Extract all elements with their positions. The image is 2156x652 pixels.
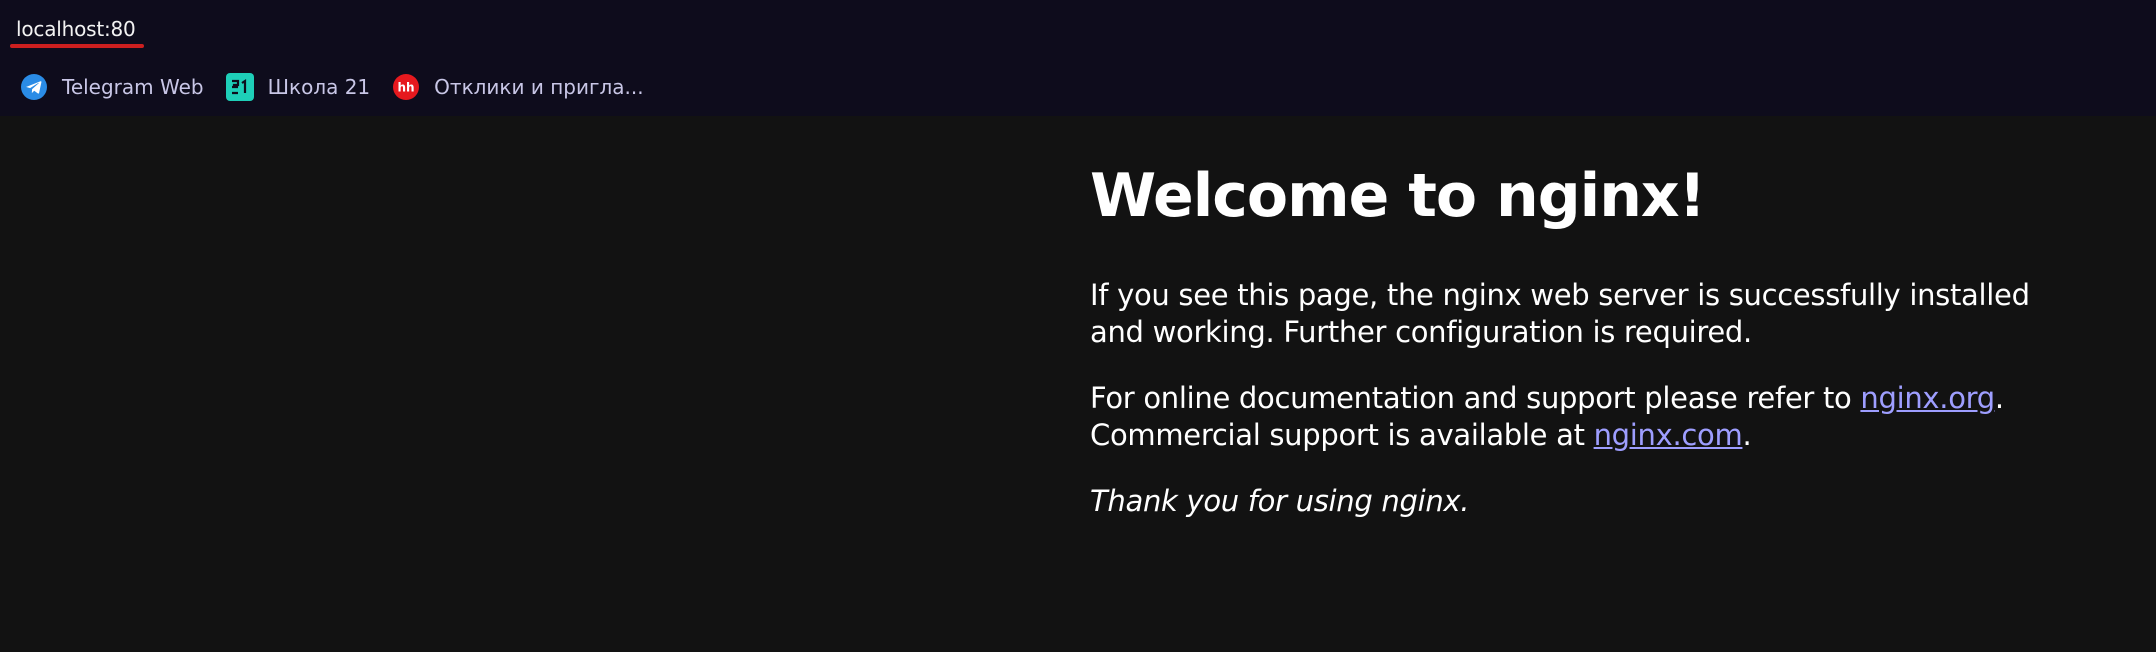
bookmark-label: Telegram Web	[62, 75, 204, 99]
commercial-support-period: .	[1742, 418, 1752, 452]
hh-icon: hh	[392, 73, 420, 101]
nginx-welcome-article: Welcome to nginx! If you see this page, …	[1090, 116, 2090, 520]
support-text: For online documentation and support ple…	[1090, 381, 1861, 415]
svg-text:hh: hh	[398, 81, 415, 95]
thank-you-message: Thank you for using nginx.	[1090, 484, 1470, 518]
nginx-org-link[interactable]: nginx.org	[1860, 381, 1995, 415]
nginx-com-link[interactable]: nginx.com	[1594, 418, 1743, 452]
address-bar-url[interactable]: localhost:80	[16, 17, 136, 41]
bookmark-school-21[interactable]: Школа 21	[225, 73, 371, 101]
bookmarks-bar: Telegram Web Школа 21 hh Отклики и пригл…	[20, 70, 644, 104]
browser-chrome: localhost:80 Telegram Web Школа 21 hh От…	[0, 0, 2156, 116]
telegram-icon	[20, 73, 48, 101]
bookmark-label: Отклики и пригла...	[434, 75, 644, 99]
bookmark-hh-responses[interactable]: hh Отклики и пригла...	[392, 73, 644, 101]
page-title: Welcome to nginx!	[1090, 161, 1706, 231]
address-underline	[10, 44, 144, 48]
install-message: If you see this page, the nginx web serv…	[1090, 278, 2030, 349]
commercial-support-text: Commercial support is available at	[1090, 418, 1594, 452]
school21-icon	[225, 73, 254, 101]
bookmark-label: Школа 21	[267, 75, 371, 99]
address-bar[interactable]: localhost:80	[16, 14, 136, 44]
bookmark-telegram-web[interactable]: Telegram Web	[20, 73, 204, 101]
support-text-period: .	[1994, 381, 2004, 415]
support-message: For online documentation and support ple…	[1090, 380, 2090, 454]
page-content: Welcome to nginx! If you see this page, …	[0, 116, 2156, 652]
